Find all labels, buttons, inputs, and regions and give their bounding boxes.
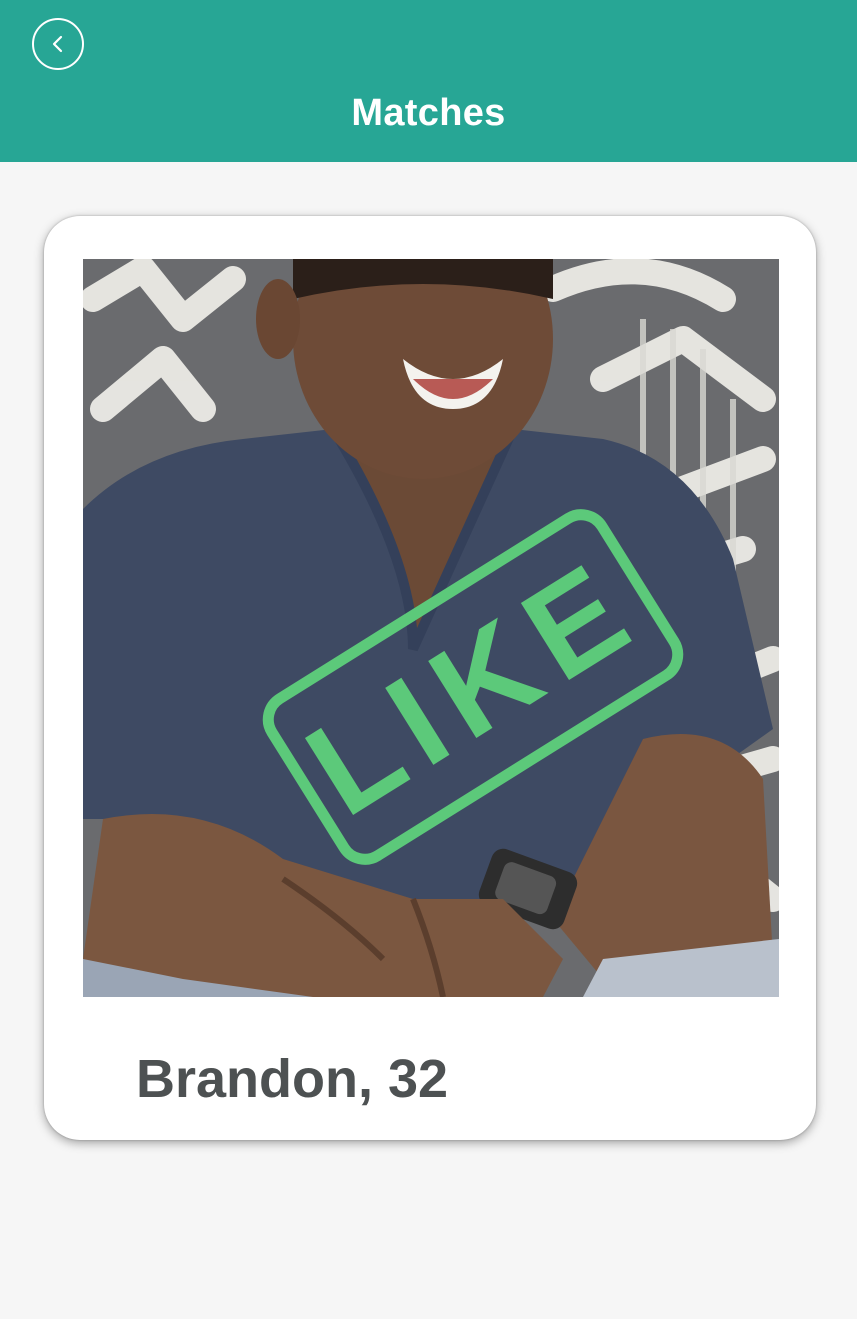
profile-photo: LIKE (83, 259, 779, 997)
profile-name-age: Brandon, 32 (136, 1049, 449, 1109)
back-button[interactable] (32, 18, 84, 70)
app-header: Matches (0, 0, 857, 162)
chevron-left-icon (49, 33, 67, 55)
matches-screen: Matches LIKE Brandon, 32 (0, 0, 857, 1319)
profile-card[interactable]: LIKE Brandon, 32 (44, 216, 816, 1140)
page-title: Matches (351, 92, 506, 134)
